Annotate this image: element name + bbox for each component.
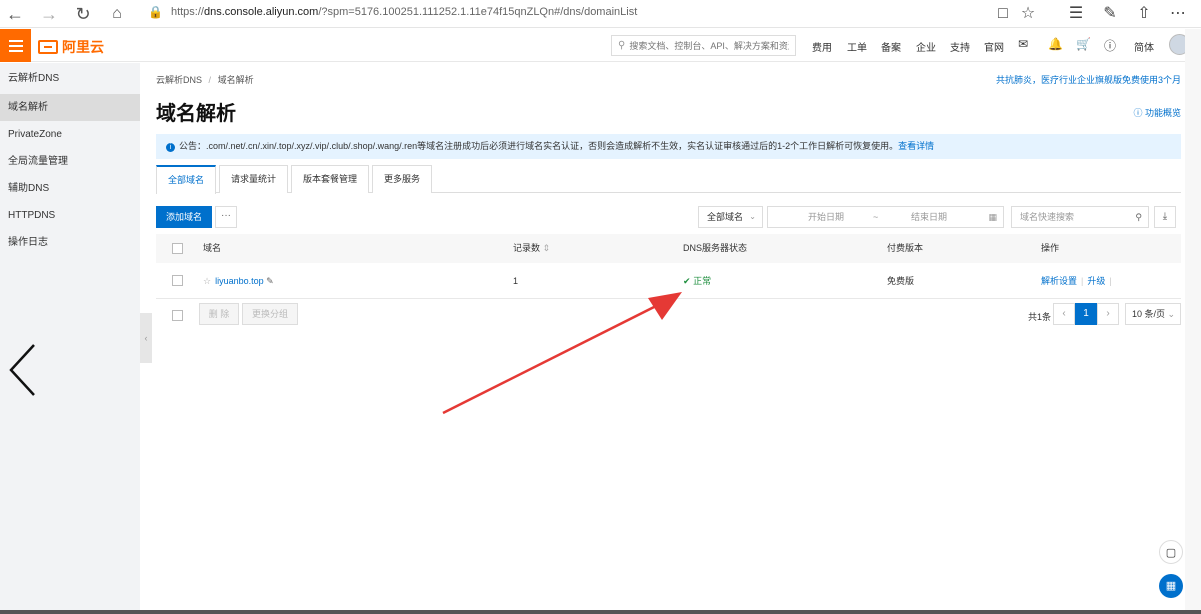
reading-view-icon[interactable]: □ <box>993 4 1013 24</box>
feature-overview-link[interactable]: ⓘ 功能概览 <box>1133 106 1181 119</box>
nav-official-site[interactable]: 官网 <box>984 39 1004 54</box>
back-icon[interactable]: ← <box>4 3 26 25</box>
question-icon: ⓘ <box>1133 108 1143 118</box>
calendar-icon: ▦ <box>988 212 997 222</box>
upgrade-link[interactable]: 升级 <box>1087 276 1105 286</box>
refresh-icon[interactable]: ↻ <box>72 3 94 25</box>
breadcrumb-dns[interactable]: 云解析DNS <box>156 75 202 85</box>
url-text: https://dns.console.aliyun.com/?spm=5176… <box>170 6 638 18</box>
console-topbar: 阿里云 ⚲ 费用 工单 备案 企业 支持 官网 ✉ 🔔 🛒 ⓘ 简体 <box>0 29 1201 62</box>
breadcrumb: 云解析DNS / 域名解析 <box>156 75 254 85</box>
breadcrumb-current: 域名解析 <box>217 75 254 85</box>
check-circle-icon: ✔ <box>683 276 691 286</box>
bell-icon[interactable]: 🔔 <box>1048 37 1063 51</box>
aliyun-logo[interactable]: 阿里云 <box>38 37 104 57</box>
resolve-settings-link[interactable]: 解析设置 <box>1041 276 1077 286</box>
col-plan: 付费版本 <box>887 243 924 253</box>
scrollbar[interactable] <box>1185 29 1201 614</box>
message-icon[interactable]: ✉ <box>1018 37 1028 51</box>
add-domain-button[interactable]: 添加域名 <box>156 206 212 228</box>
domain-search-input[interactable]: 域名快速搜索 ⚲ <box>1011 206 1149 228</box>
global-search-input[interactable] <box>629 40 790 51</box>
sidebar-item-domain-resolution[interactable]: 域名解析 <box>0 94 140 121</box>
row-checkbox[interactable] <box>172 275 183 286</box>
select-all-checkbox[interactable] <box>172 243 183 254</box>
sidebar-title: 云解析DNS <box>8 73 60 84</box>
chevron-down-icon: ⌄ <box>749 212 756 221</box>
home-icon[interactable]: ⌂ <box>106 3 128 25</box>
forward-icon[interactable]: → <box>38 3 60 25</box>
nav-fee[interactable]: 费用 <box>812 39 832 54</box>
col-dns-status: DNS服务器状态 <box>683 243 748 253</box>
col-actions: 操作 <box>1041 243 1060 253</box>
date-range-picker[interactable]: 开始日期 ~ 结束日期 ▦ <box>767 206 1004 228</box>
sidebar-collapse-handle[interactable]: ‹ <box>140 313 152 363</box>
plan-version: 免费版 <box>887 276 915 286</box>
annotation-arrow <box>442 292 682 415</box>
nav-ticket[interactable]: 工单 <box>847 39 867 54</box>
logo-mark-icon <box>38 40 58 54</box>
address-bar[interactable]: 🔒 https://dns.console.aliyun.com/?spm=51… <box>148 0 1048 24</box>
footer-checkbox[interactable] <box>172 310 183 321</box>
sidebar-item-secondary-dns[interactable]: 辅助DNS <box>0 175 140 202</box>
sidebar-item-operation-log[interactable]: 操作日志 <box>0 229 140 256</box>
apps-icon[interactable]: ▦ <box>1159 574 1183 598</box>
table-header: 域名 记录数 ⇕ DNS服务器状态 付费版本 操作 <box>156 234 1181 263</box>
share-icon[interactable]: ⇧ <box>1134 4 1154 24</box>
global-search[interactable]: ⚲ <box>611 35 796 56</box>
tab-plan-management[interactable]: 版本套餐管理 <box>291 165 370 193</box>
delete-button[interactable]: 删 除 <box>199 303 239 325</box>
sidebar-item-privatezone[interactable]: PrivateZone <box>0 121 140 148</box>
tab-all-domains[interactable]: 全部域名 <box>156 165 217 194</box>
pager-next-icon[interactable]: › <box>1097 303 1119 325</box>
sidebar: 云解析DNS 域名解析 PrivateZone 全局流量管理 辅助DNS HTT… <box>0 63 140 614</box>
nav-support[interactable]: 支持 <box>950 39 970 54</box>
edit-icon[interactable]: ✎ <box>266 276 274 286</box>
cart-icon[interactable]: 🛒 <box>1076 37 1091 51</box>
page-title: 域名解析 <box>156 103 236 125</box>
col-domain: 域名 <box>203 243 222 253</box>
nav-enterprise[interactable]: 企业 <box>916 39 936 54</box>
page-size-select[interactable]: 10 条/页 ⌄ <box>1125 303 1181 325</box>
search-icon: ⚲ <box>1135 212 1142 222</box>
search-icon: ⚲ <box>618 40 626 51</box>
notice-details-link[interactable]: 查看详情 <box>898 141 934 151</box>
info-icon: i <box>166 143 175 152</box>
favorites-hub-icon[interactable]: ☰ <box>1066 4 1086 24</box>
language-switch[interactable]: 简体 <box>1134 39 1154 54</box>
sidebar-item-httpdns[interactable]: HTTPDNS <box>0 202 140 229</box>
pager-total: 共1条 <box>1028 312 1052 322</box>
tab-more-services[interactable]: 更多服务 <box>372 165 433 193</box>
sort-icon: ⇕ <box>542 243 551 253</box>
lock-icon: 🔒 <box>148 5 163 19</box>
col-records[interactable]: 记录数 ⇕ <box>513 234 550 263</box>
browser-toolbar: ← → ↻ ⌂ 🔒 https://dns.console.aliyun.com… <box>0 0 1201 28</box>
pager-page[interactable]: 1 <box>1075 303 1097 325</box>
menu-toggle-icon[interactable] <box>0 29 31 62</box>
help-icon[interactable]: ⓘ <box>1104 37 1116 54</box>
pager-prev-icon[interactable]: ‹ <box>1053 303 1075 325</box>
sidebar-item-global-traffic[interactable]: 全局流量管理 <box>0 148 140 175</box>
star-icon[interactable]: ☆ <box>203 276 211 286</box>
download-icon[interactable]: ⤓ <box>1154 206 1176 228</box>
feedback-chat-icon[interactable]: ▢ <box>1159 540 1183 564</box>
notice-banner: i 公告：.com/.net/.cn/.xin/.top/.xyz/.vip/.c… <box>156 134 1181 159</box>
more-actions-button[interactable]: ··· <box>215 206 237 228</box>
change-group-button[interactable]: 更换分组 <box>242 303 298 325</box>
chevron-left-icon[interactable] <box>8 343 38 398</box>
more-menu-icon[interactable]: ⋯ <box>1168 4 1188 24</box>
tabs: 全部域名 请求量统计 版本套餐管理 更多服务 <box>156 165 1181 194</box>
nav-beian[interactable]: 备案 <box>881 39 901 54</box>
pen-notes-icon[interactable]: ✎ <box>1100 4 1120 24</box>
domain-link[interactable]: liyuanbo.top <box>215 276 264 286</box>
tab-request-stats[interactable]: 请求量统计 <box>219 165 289 193</box>
favorite-star-icon[interactable]: ☆ <box>1018 4 1038 24</box>
os-taskbar <box>0 610 1201 614</box>
chevron-down-icon: ⌄ <box>1167 309 1176 319</box>
domain-group-select[interactable]: 全部域名 ⌄ <box>698 206 763 228</box>
promo-link[interactable]: 共抗肺炎，医疗行业企业旗舰版免费使用3个月 <box>996 73 1181 86</box>
